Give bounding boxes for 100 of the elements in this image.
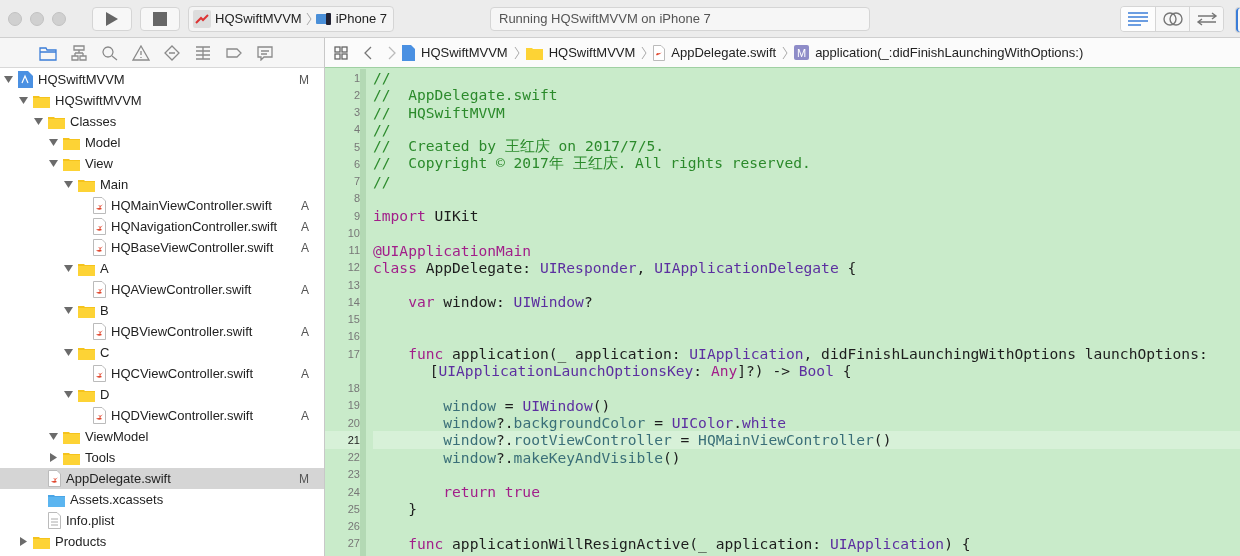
line-number: 20 <box>347 416 360 429</box>
line-number: 22 <box>347 451 360 464</box>
file-tree-item[interactable]: HQBaseViewController.swift A <box>0 237 324 258</box>
file-tree-item[interactable]: C <box>0 342 324 363</box>
code-line: return true <box>442 483 540 501</box>
scheme-selector[interactable]: HQSwiftMVVM <box>215 11 302 26</box>
run-button[interactable] <box>92 6 132 31</box>
project-file-icon <box>18 71 33 88</box>
standard-editor-button[interactable] <box>1121 6 1155 31</box>
activity-status: Running HQSwiftMVVM on iPhone 7 <box>490 6 870 31</box>
folder-icon <box>63 156 80 171</box>
folder-icon <box>78 345 95 360</box>
back-icon[interactable] <box>364 45 372 60</box>
file-tree-item[interactable]: HQCViewController.swift A <box>0 363 324 384</box>
file-tree-item[interactable]: HQDViewController.swift A <box>0 405 324 426</box>
swift-file-icon <box>48 470 61 487</box>
file-tree-item[interactable]: HQSwiftMVVM M <box>0 69 324 90</box>
test-navigator-tab[interactable] <box>163 44 181 61</box>
folder-icon <box>78 387 95 402</box>
lines-icon <box>1127 11 1149 26</box>
file-tree-item[interactable]: View <box>0 153 324 174</box>
line-number: 15 <box>347 313 360 326</box>
file-tree-item[interactable]: HQSwiftMVVM <box>0 90 324 111</box>
play-icon <box>105 10 119 27</box>
file-tree-item[interactable]: Products <box>0 531 324 552</box>
line-number: 6 <box>353 157 360 170</box>
folder-icon <box>33 93 50 108</box>
file-tree-item[interactable]: Assets.xcassets <box>0 489 324 510</box>
line-number: 26 <box>347 520 360 533</box>
code-line: } <box>407 500 417 518</box>
code-line: // AppDelegate.swift <box>373 86 558 104</box>
swift-file-icon <box>93 197 106 214</box>
expanded-triangle-icon[interactable] <box>64 306 73 315</box>
file-tree-item[interactable]: D <box>0 384 324 405</box>
swift-file-icon <box>93 365 106 382</box>
line-number: 8 <box>353 192 360 205</box>
swift-file-icon <box>653 44 666 61</box>
line-number: 27 <box>347 537 360 550</box>
folder-icon <box>63 429 80 444</box>
panel-toggle-button[interactable] <box>1235 7 1240 33</box>
expanded-triangle-icon[interactable] <box>64 180 73 189</box>
file-tree-item[interactable]: Classes <box>0 111 324 132</box>
file-tree-item[interactable]: A <box>0 258 324 279</box>
expanded-triangle-icon[interactable] <box>64 264 73 273</box>
search-navigator-tab[interactable] <box>101 44 119 61</box>
device-selector[interactable]: iPhone 7 <box>335 11 387 26</box>
line-number: 14 <box>347 295 360 308</box>
folder-icon <box>63 135 80 150</box>
project-file-icon <box>402 44 415 61</box>
report-navigator-tab[interactable] <box>256 44 274 61</box>
code-line: window?.makeKeyAndVisible() <box>442 448 681 466</box>
breadcrumb-item[interactable]: application(_:didFinishLaunchingWithOptions:) <box>815 45 1084 60</box>
line-number: 18 <box>347 382 360 395</box>
grid-icon[interactable] <box>334 45 348 60</box>
expanded-triangle-icon[interactable] <box>64 390 73 399</box>
line-number: 1 <box>353 71 360 84</box>
version-editor-button[interactable] <box>1189 6 1223 31</box>
line-number: 7 <box>353 175 360 188</box>
stop-button[interactable] <box>140 6 180 31</box>
breadcrumb-item[interactable]: AppDelegate.swift <box>671 45 777 60</box>
stop-icon <box>153 11 167 26</box>
plist-file-icon <box>48 512 61 529</box>
assistant-editor-button[interactable] <box>1155 6 1189 31</box>
expanded-triangle-icon[interactable] <box>49 138 58 147</box>
breadcrumb-item[interactable]: HQSwiftMVVM <box>421 45 508 60</box>
expanded-triangle-icon[interactable] <box>19 96 28 105</box>
expanded-triangle-icon[interactable] <box>4 75 13 84</box>
code-line: // HQSwiftMVVM <box>373 103 505 121</box>
file-tree-item[interactable]: HQNavigationController.swift A <box>0 216 324 237</box>
breadcrumb-item[interactable]: HQSwiftMVVM <box>548 45 636 60</box>
file-tree-item[interactable]: Main <box>0 174 324 195</box>
warning-navigator-tab[interactable] <box>132 44 150 61</box>
file-tree-item[interactable]: B <box>0 300 324 321</box>
file-tree-item[interactable]: HQBViewController.swift A <box>0 321 324 342</box>
code-line: // <box>373 120 391 138</box>
folder-navigator-tab[interactable] <box>39 44 57 61</box>
expanded-triangle-icon[interactable] <box>49 159 58 168</box>
line-number: 2 <box>353 88 360 101</box>
file-tree-item[interactable]: Model <box>0 132 324 153</box>
file-tree-item[interactable]: Tools <box>0 447 324 468</box>
file-tree-item[interactable]: HQAViewController.swift A <box>0 279 324 300</box>
line-number: 5 <box>353 140 360 153</box>
collapsed-triangle-icon[interactable] <box>49 453 58 462</box>
expanded-triangle-icon[interactable] <box>64 348 73 357</box>
expanded-triangle-icon[interactable] <box>34 117 43 126</box>
swift-file-icon <box>93 239 106 256</box>
folder-icon <box>63 450 80 465</box>
file-tree-item[interactable]: AppDelegate.swift M <box>0 468 324 489</box>
collapsed-triangle-icon[interactable] <box>19 537 28 546</box>
chevron-icon <box>782 45 789 60</box>
file-tree-item[interactable]: Info.plist <box>0 510 324 531</box>
code-line: func application(_ application: UIApplication, didFinishLaunchingWithOptions launchOptions: <box>407 345 1208 363</box>
line-number: 24 <box>347 485 360 498</box>
hierarchy-navigator-tab[interactable] <box>70 44 88 61</box>
chevron-icon <box>641 45 648 60</box>
expanded-triangle-icon[interactable] <box>49 432 58 441</box>
file-tree-item[interactable]: ViewModel <box>0 426 324 447</box>
app-icon <box>193 9 211 28</box>
debug-navigator-tab[interactable] <box>194 44 212 61</box>
file-tree-item[interactable]: HQMainViewController.swift A <box>0 195 324 216</box>
